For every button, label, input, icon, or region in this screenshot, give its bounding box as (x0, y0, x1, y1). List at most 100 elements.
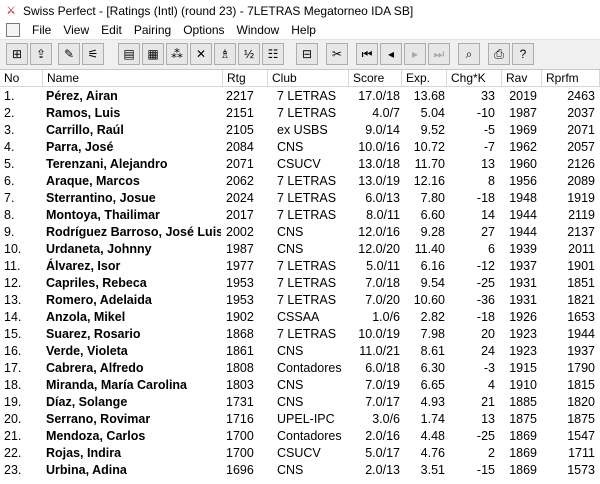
table-row[interactable]: 20. Serrano, Rovimar 1716 UPEL-IPC 3.0/6 1.74… (0, 411, 600, 428)
ratings-table: 1. Pérez, Airan 2217 7 LETRAS 17.0/18 13.68 33… (0, 88, 600, 479)
cell-expected: 3.51 (420, 463, 445, 477)
cell-expected: 6.16 (420, 259, 445, 273)
cell-change: 24 (481, 344, 495, 358)
table-row[interactable]: 12. Capriles, Rebeca 1953 7 LETRAS 7.0/18 9.5… (0, 275, 600, 292)
scissors-button[interactable]: ✂ (326, 43, 348, 65)
scorecard-button[interactable]: ▤ (118, 43, 140, 65)
table-row[interactable]: 7. Sterrantino, Josue 2024 7 LETRAS 6.0/13 7.… (0, 190, 600, 207)
wizard-button[interactable]: ⚟ (82, 43, 104, 65)
print-layout-button[interactable]: ☷ (262, 43, 284, 65)
cell-club: CNS (277, 395, 304, 409)
grid-button[interactable]: ⊟ (296, 43, 318, 65)
menu-file[interactable]: File (26, 21, 57, 39)
table-row[interactable]: 13. Romero, Adelaida 1953 7 LETRAS 7.0/20 10.… (0, 292, 600, 309)
table-row[interactable]: 17. Cabrera, Alfredo 1808 Contadores 6.0/18 6… (0, 360, 600, 377)
column-header-expected[interactable]: Exp. (402, 70, 447, 86)
cell-rav: 1885 (509, 395, 537, 409)
cell-rav: 1869 (509, 429, 537, 443)
column-header-club[interactable]: Club (268, 70, 349, 86)
table-row[interactable]: 1. Pérez, Airan 2217 7 LETRAS 17.0/18 13.68 33… (0, 88, 600, 105)
cell-no: 11. (4, 259, 21, 273)
cell-score: 5.0/11 (366, 259, 400, 273)
cell-name: Díaz, Solange (46, 395, 128, 409)
help-button[interactable]: ? (512, 43, 534, 65)
menu-pairing[interactable]: Pairing (128, 21, 177, 39)
print-layout-icon: ☷ (267, 47, 279, 61)
table-row[interactable]: 8. Montoya, Thailimar 2017 7 LETRAS 8.0/11 6.… (0, 207, 600, 224)
cell-name: Urbina, Adina (46, 463, 127, 477)
pairings-button[interactable]: ⁂ (166, 43, 188, 65)
pairings-icon: ⁂ (171, 47, 183, 61)
cell-rav: 1923 (509, 344, 537, 358)
cell-change: -18 (476, 191, 495, 205)
cell-score: 10.0/19 (358, 327, 400, 341)
column-header-change[interactable]: Chg*K (447, 70, 502, 86)
menu-help[interactable]: Help (285, 21, 322, 39)
table-row[interactable]: 22. Rojas, Indira 1700 CSUCV 5.0/17 4.76 2 1869… (0, 445, 600, 462)
table-row[interactable]: 9. Rodríguez Barroso, José Luis 2002 CNS 12.… (0, 224, 600, 241)
edit-icon: ✎ (63, 47, 75, 61)
table-row[interactable]: 2. Ramos, Luis 2151 7 LETRAS 4.0/7 5.04 -10 198… (0, 105, 600, 122)
cell-score: 7.0/20 (365, 293, 400, 307)
first-button[interactable]: ⏮ (356, 43, 378, 65)
edit-button[interactable]: ✎ (58, 43, 80, 65)
table-row[interactable]: 11. Álvarez, Isor 1977 7 LETRAS 5.0/11 6.16 -1… (0, 258, 600, 275)
cell-expected: 2.82 (420, 310, 445, 324)
results-button[interactable]: ✕ (190, 43, 212, 65)
column-header-rav[interactable]: Rav (502, 70, 542, 86)
rating-button[interactable]: ♗ (214, 43, 236, 65)
menu-edit[interactable]: Edit (95, 21, 128, 39)
last-button[interactable]: ⏭ (428, 43, 450, 65)
table-row[interactable]: 16. Verde, Violeta 1861 CNS 11.0/21 8.61 24 192… (0, 343, 600, 360)
column-header-name[interactable]: Name (43, 70, 223, 86)
open-tournament-button[interactable]: ⇪ (30, 43, 52, 65)
cell-score: 6.0/18 (365, 361, 400, 375)
cell-expected: 9.28 (420, 225, 445, 239)
cell-club: 7 LETRAS (277, 106, 337, 120)
table-row[interactable]: 5. Terenzani, Alejandro 2071 CSUCV 13.0/18 11… (0, 156, 600, 173)
crosstable-button[interactable]: ▦ (142, 43, 164, 65)
cell-rav: 1875 (509, 412, 537, 426)
table-row[interactable]: 14. Anzola, Mikel 1902 CSSAA 1.0/6 2.82 -18 192… (0, 309, 600, 326)
cell-expected: 10.60 (413, 293, 445, 307)
cell-expected: 4.93 (420, 395, 445, 409)
column-header-rprfm[interactable]: Rprfm (542, 70, 600, 86)
cell-rprfm: 2011 (568, 242, 595, 256)
new-tournament-button[interactable]: ⊞ (6, 43, 28, 65)
print-button[interactable]: ⎙ (488, 43, 510, 65)
cell-change: -3 (483, 361, 495, 375)
table-row[interactable]: 15. Suarez, Rosario 1868 7 LETRAS 10.0/19 7.9… (0, 326, 600, 343)
cell-expected: 6.30 (420, 361, 445, 375)
column-header-score[interactable]: Score (349, 70, 402, 86)
cell-score: 3.0/6 (372, 412, 400, 426)
cell-change: -15 (476, 463, 495, 477)
prev-button[interactable]: ◂ (380, 43, 402, 65)
table-row[interactable]: 3. Carrillo, Raúl 2105 ex USBS 9.0/14 9.52 -5 1… (0, 122, 600, 139)
table-row[interactable]: 18. Miranda, María Carolina 1803 CNS 7.0/19 6… (0, 377, 600, 394)
cell-no: 21. (4, 429, 22, 443)
column-header-rating[interactable]: Rtg (223, 70, 268, 86)
cell-rating: 1803 (226, 378, 254, 392)
cell-rprfm: 1547 (567, 429, 595, 443)
cell-expected: 11.40 (414, 242, 445, 256)
table-row[interactable]: 23. Urbina, Adina 1696 CNS 2.0/13 3.51 -15 1869… (0, 462, 600, 479)
table-row[interactable]: 19. Díaz, Solange 1731 CNS 7.0/17 4.93 21 1885 1… (0, 394, 600, 411)
ranking-icon: ½ (243, 47, 254, 61)
table-row[interactable]: 4. Parra, José 2084 CNS 10.0/16 10.72 -7 1962 20… (0, 139, 600, 156)
document-icon[interactable] (6, 23, 20, 37)
cell-club: 7 LETRAS (277, 208, 337, 222)
menu-window[interactable]: Window (231, 21, 286, 39)
next-button[interactable]: ▸ (404, 43, 426, 65)
ranking-button[interactable]: ½ (238, 43, 260, 65)
column-header-no[interactable]: No (0, 70, 43, 86)
cell-no: 2. (4, 106, 15, 120)
cell-expected: 10.72 (413, 140, 445, 154)
table-row[interactable]: 21. Mendoza, Carlos 1700 Contadores 2.0/16 4.… (0, 428, 600, 445)
table-row[interactable]: 10. Urdaneta, Johnny 1987 CNS 12.0/20 11.40 6 1… (0, 241, 600, 258)
preview-button[interactable]: ⌕ (458, 43, 480, 65)
cell-rprfm: 1573 (567, 463, 595, 477)
cell-change: 6 (488, 242, 495, 256)
menu-options[interactable]: Options (177, 21, 230, 39)
table-row[interactable]: 6. Araque, Marcos 2062 7 LETRAS 13.0/19 12.16… (0, 173, 600, 190)
menu-view[interactable]: View (57, 21, 95, 39)
